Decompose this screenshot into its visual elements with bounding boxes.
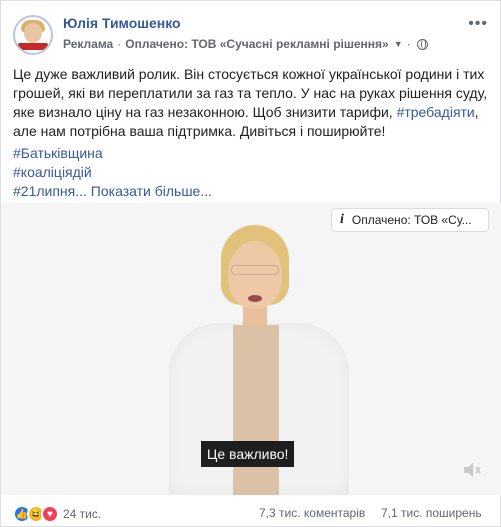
ad-post: Юлія Тимошенко Реклама · Оплачено: ТОВ «… (0, 0, 501, 527)
video-caption: Це важливо! (201, 441, 295, 467)
post-body: Це дуже важливий ролик. Він стосується к… (13, 65, 491, 141)
see-more-link[interactable]: ... Показати більше... (75, 183, 212, 199)
speaker-muted-icon[interactable] (462, 461, 482, 479)
hashtag-21lypnia[interactable]: #21липня (13, 183, 75, 199)
reactions-summary[interactable]: 👍 😆 ♥ 24 тис. (13, 505, 101, 523)
info-icon: i (340, 212, 344, 227)
globe-icon (416, 38, 428, 50)
hashtag-trebadiiaty[interactable]: #требадіяти (397, 104, 475, 120)
chevron-down-icon[interactable]: ▼ (394, 39, 403, 49)
ad-label: Реклама (63, 37, 114, 51)
post-footer: 👍 😆 ♥ 24 тис. 7,3 тис. коментарів 7,1 ти… (13, 503, 491, 523)
paid-by-link[interactable]: Оплачено: ТОВ «Сучасні рекламні рішення» (125, 37, 389, 51)
author-avatar[interactable] (13, 15, 53, 55)
comments-count[interactable]: 7,3 тис. коментарів (259, 506, 365, 520)
meta-separator-2: · (406, 37, 411, 51)
hashtag-batkivshchyna[interactable]: #Батьківщина (13, 144, 212, 163)
shares-count[interactable]: 7,1 тис. поширень (381, 506, 482, 520)
post-meta: Реклама · Оплачено: ТОВ «Сучасні рекламн… (63, 37, 428, 51)
post-header: Юлія Тимошенко Реклама · Оплачено: ТОВ «… (13, 13, 483, 55)
hashtag-koalitsiiadii[interactable]: #коаліціядій (13, 163, 212, 182)
video-sponsor-pill[interactable]: i Оплачено: ТОВ «Су... (331, 208, 489, 232)
hashtag-line-last: #21липня... Показати більше... (13, 182, 212, 201)
reaction-count: 24 тис. (63, 507, 102, 521)
meta-separator: · (117, 37, 122, 51)
video-player[interactable]: i Оплачено: ТОВ «Су... Це важливо! (1, 203, 501, 495)
love-icon: ♥ (41, 505, 59, 523)
video-sponsor-text: Оплачено: ТОВ «Су... (351, 213, 472, 227)
hashtag-list: #Батьківщина #коаліціядій #21липня... По… (13, 144, 212, 201)
ellipsis-icon[interactable]: ••• (468, 15, 488, 33)
author-name[interactable]: Юлія Тимошенко (63, 15, 181, 31)
